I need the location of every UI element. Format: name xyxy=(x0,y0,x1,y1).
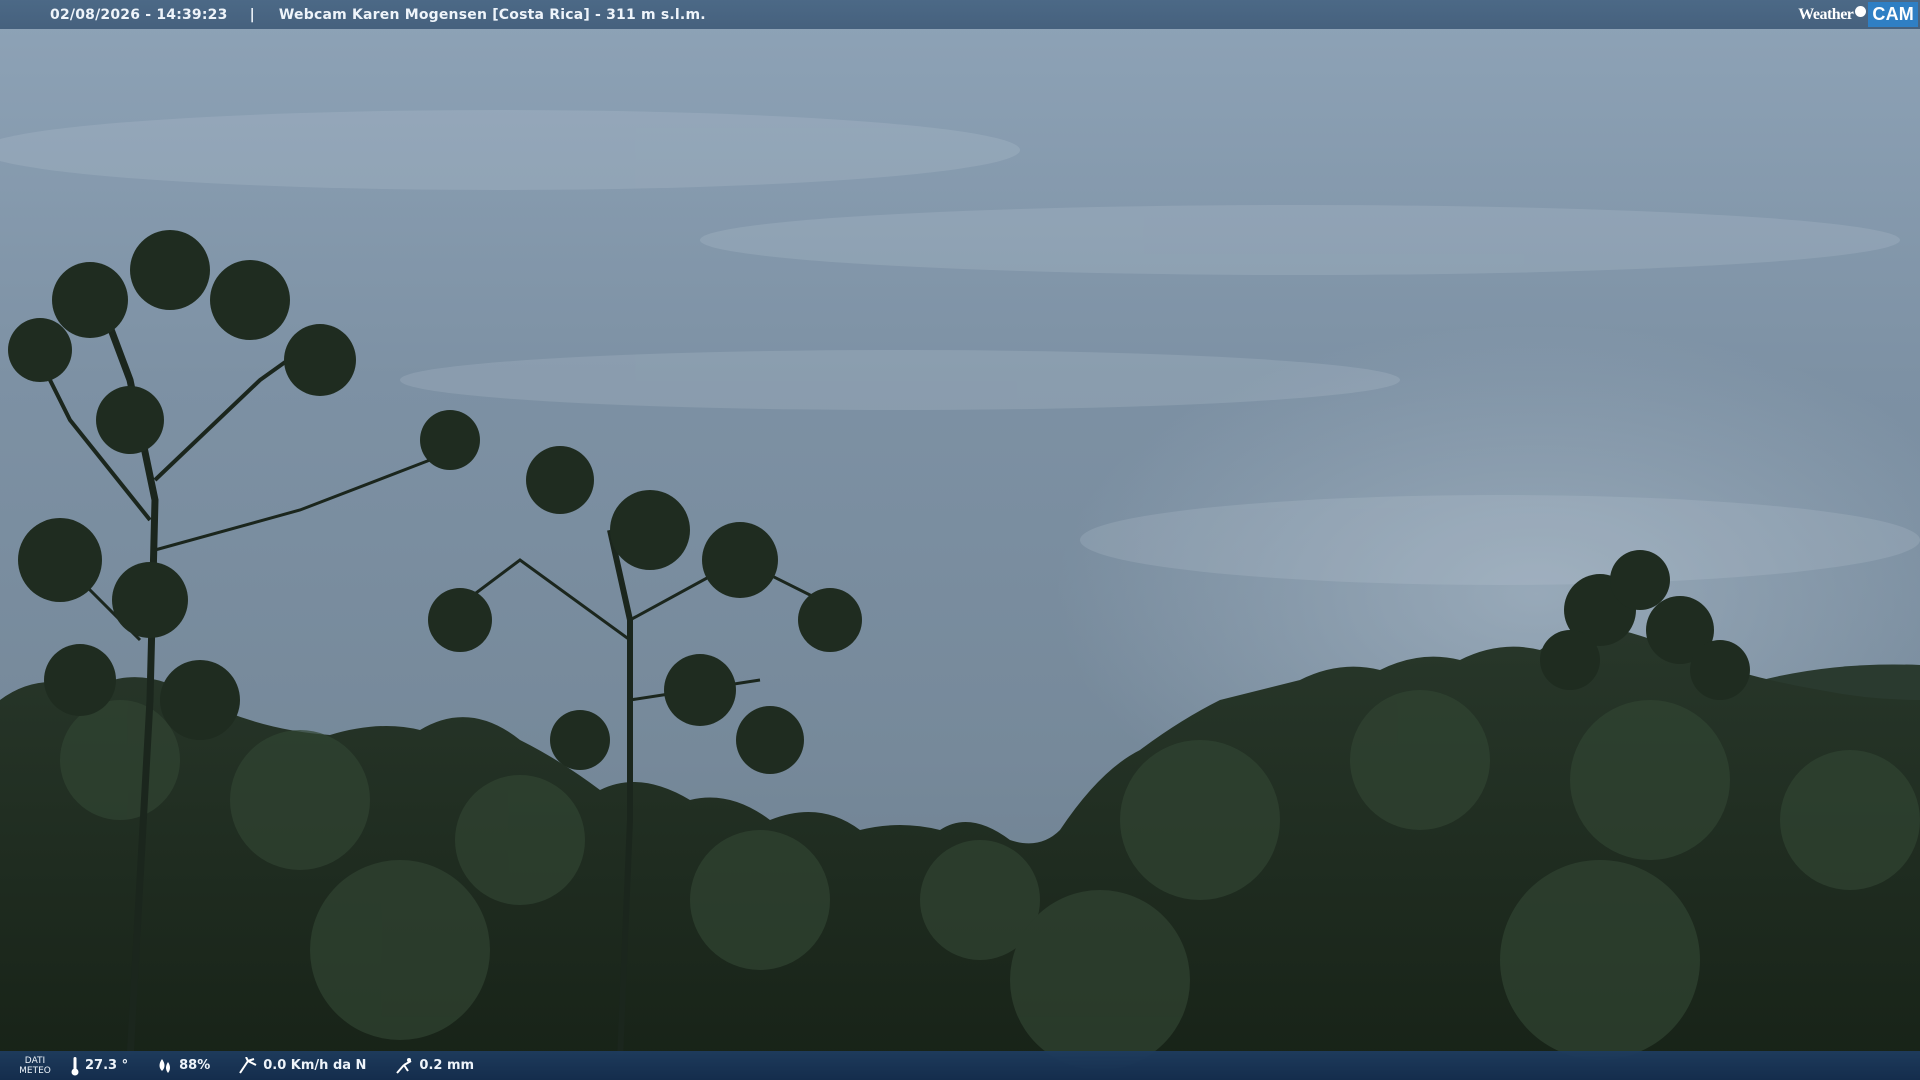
timestamp: 02/08/2026 - 14:39:23 xyxy=(50,6,228,23)
webcam-header-bar: 02/08/2026 - 14:39:23 | Webcam Karen Mog… xyxy=(0,0,1920,29)
rain-value: 0.2 mm xyxy=(419,1058,475,1073)
dati-label-line1: DATI xyxy=(24,1055,46,1066)
temperature-value: 27.3 ° xyxy=(85,1058,129,1073)
rain-reading: 0.2 mm xyxy=(394,1057,474,1075)
weathercam-logo: Weather CAM xyxy=(1798,2,1918,27)
wind-value: 0.0 Km/h da N xyxy=(263,1058,367,1073)
webcam-title: Webcam Karen Mogensen [Costa Rica] - 311… xyxy=(278,6,706,23)
wind-icon xyxy=(239,1056,257,1074)
temperature-reading: 27.3 ° xyxy=(70,1056,128,1076)
wind-reading: 0.0 Km/h da N xyxy=(238,1056,367,1075)
logo-weather-text: Weather xyxy=(1798,5,1854,23)
dati-label-line2: METEO xyxy=(19,1065,51,1076)
logo-dot-icon xyxy=(1855,6,1867,17)
weather-data-bar: DATI METEO 27.3 ° 88% 0.0 Km/h da N 0.2 … xyxy=(0,1051,1920,1080)
logo-cam-text: CAM xyxy=(1868,2,1918,27)
rain-gauge-icon xyxy=(396,1057,412,1074)
humidity-value: 88% xyxy=(179,1058,211,1073)
webcam-scene xyxy=(0,0,1920,1080)
humidity-reading: 88% xyxy=(156,1057,210,1075)
header-separator: | xyxy=(249,6,255,23)
dati-meteo-label: DATI METEO xyxy=(0,1056,70,1076)
thermometer-icon xyxy=(71,1056,79,1075)
humidity-icon xyxy=(159,1058,171,1073)
